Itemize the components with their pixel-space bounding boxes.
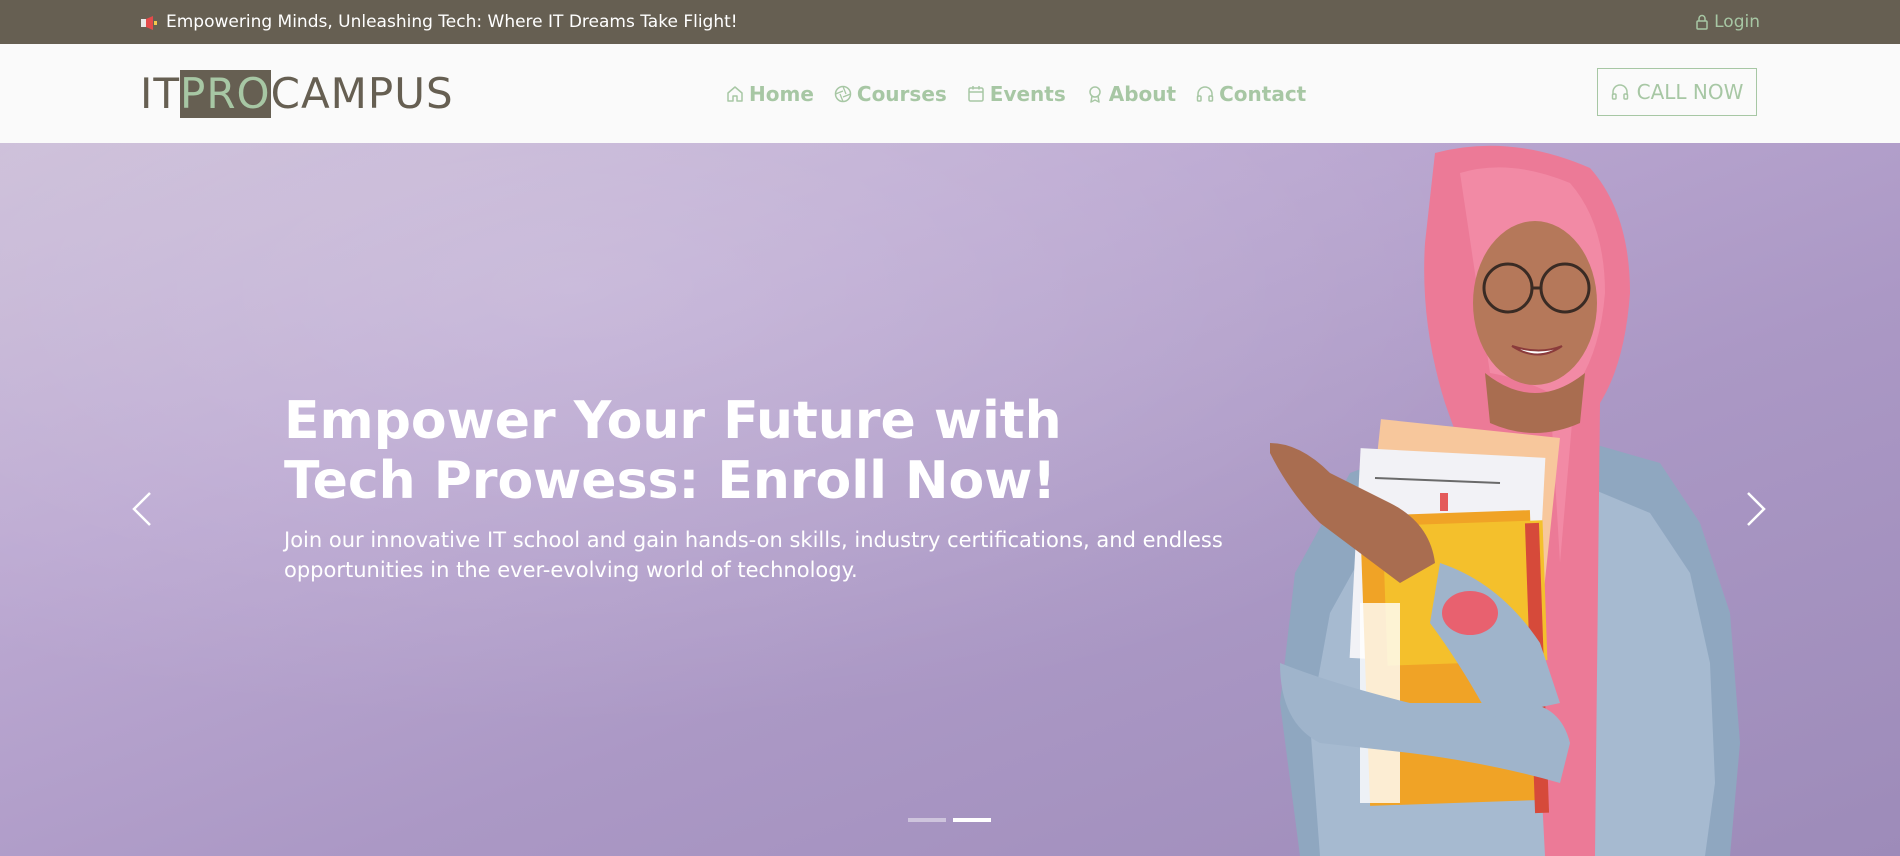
nav-label: Courses [856, 81, 947, 106]
logo-campus: CAMPUS [270, 69, 454, 118]
site-logo[interactable]: IT PRO CAMPUS [140, 70, 454, 118]
hero-subtext: Join our innovative IT school and gain h… [284, 528, 1223, 582]
carousel-next-button[interactable] [1736, 479, 1776, 539]
nav-label: About [1108, 81, 1177, 106]
award-icon [1089, 85, 1101, 103]
logo-pro: PRO [180, 69, 271, 118]
chevron-left-icon [132, 492, 151, 526]
top-announcement-bar: Empowering Minds, Unleashing Tech: Where… [0, 0, 1900, 44]
nav-label: Events [989, 81, 1066, 106]
nav-label: Home [749, 81, 814, 106]
call-now-button[interactable]: CALL NOW [1597, 68, 1757, 116]
student-photo [1270, 145, 1740, 856]
hero-carousel: Empower Your Future with Tech Prowess: E… [0, 143, 1900, 856]
nav-label: Contact [1219, 81, 1307, 106]
nav-item-courses[interactable]: Courses [834, 82, 947, 106]
headphones-icon [1196, 85, 1214, 102]
nav-item-about[interactable]: About [1086, 82, 1176, 106]
call-now-label: CALL NOW [1636, 80, 1744, 104]
carousel-prev-button[interactable] [122, 479, 162, 539]
chevron-right-icon [1747, 492, 1766, 526]
home-icon [727, 85, 743, 102]
aperture-icon [834, 85, 852, 102]
carousel-indicator-1[interactable] [908, 818, 946, 822]
logo-it: IT [140, 69, 181, 118]
announcement-text: Empowering Minds, Unleashing Tech: Where… [166, 12, 738, 32]
announcement: Empowering Minds, Unleashing Tech: Where… [140, 0, 738, 44]
calendar-icon [968, 85, 984, 102]
carousel-indicators [908, 818, 991, 822]
login-link[interactable]: Login [1695, 0, 1760, 44]
carousel-indicator-2[interactable] [953, 818, 991, 822]
login-label: Login [1714, 12, 1760, 32]
nav-item-events[interactable]: Events [967, 82, 1066, 106]
lock-icon [1696, 14, 1708, 30]
megaphone-icon [140, 15, 158, 30]
nav-menu: Home Courses Events About Contact [726, 44, 1306, 143]
hero-headline: Empower Your Future with Tech Prowess: E… [284, 391, 1062, 511]
headphones-icon [1611, 84, 1628, 100]
nav-item-contact[interactable]: Contact [1196, 82, 1306, 106]
nav-item-home[interactable]: Home [726, 82, 814, 106]
main-navbar: IT PRO CAMPUS Home Courses Events About … [0, 44, 1900, 144]
